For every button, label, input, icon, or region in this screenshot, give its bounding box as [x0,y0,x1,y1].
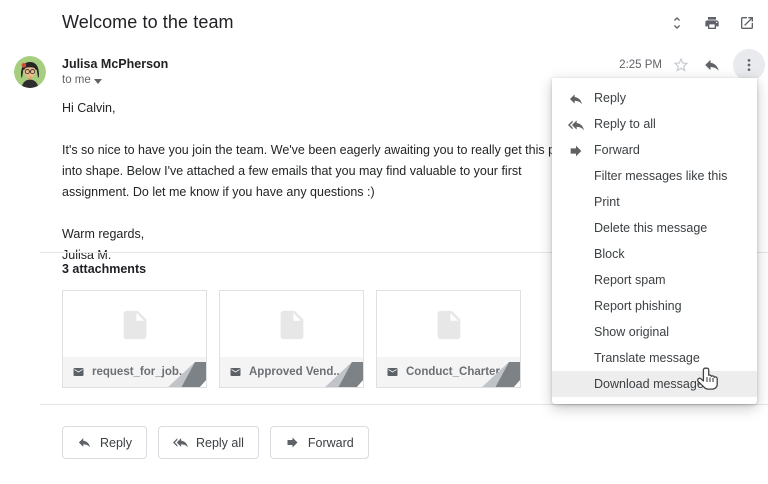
menu-item[interactable]: Translate message [552,345,757,371]
avatar [14,56,46,88]
menu-item[interactable]: Block [552,241,757,267]
document-icon [220,291,363,359]
gmail-message-view: Welcome to the team Julisa McPherson [0,0,768,484]
recipient-label: to me [62,74,91,86]
email-timestamp: 2:25 PM [612,59,662,71]
reply-all-button[interactable]: Reply all [158,426,259,459]
menu-item[interactable]: Reply [552,85,757,111]
more-options-button[interactable] [733,49,765,81]
menu-item-label: Report phishing [594,299,682,313]
folded-corner-icon [324,362,364,388]
menu-item-label: Delete this message [594,221,707,235]
forward-icon [568,142,584,158]
menu-item[interactable]: Show original [552,319,757,345]
envelope-icon [385,366,400,378]
forward-button[interactable]: Forward [270,426,369,459]
menu-item[interactable]: Filter messages like this [552,163,757,189]
menu-item-label: Print [594,195,620,209]
sender-name: Julisa McPherson [62,57,168,71]
closing: Warm regards, [62,224,582,245]
reply-button[interactable]: Reply [62,426,147,459]
menu-item[interactable]: Report phishing [552,293,757,319]
attachment-card[interactable]: request_for_job.. [62,290,207,388]
attachments-heading: 3 attachments [62,262,146,276]
message-options-menu: Reply Reply to all Forward Filter messag… [552,78,757,404]
bottom-actions: Reply Reply all Forward [62,426,369,459]
menu-item[interactable]: Reply to all [552,111,757,137]
folded-corner-icon [481,362,521,388]
signature-block: Warm regards, Julisa M. [62,224,582,266]
forward-icon [285,435,300,450]
email-subject: Welcome to the team [62,12,234,33]
body-paragraph: It's so nice to have you join the team. … [62,140,582,203]
menu-item-label: Download message [594,377,704,391]
reply-icon [77,435,92,450]
chevron-down-icon [94,79,102,84]
menu-item-label: Translate message [594,351,700,365]
email-body: Hi Calvin, It's so nice to have you join… [62,98,582,266]
attachment-card[interactable]: Approved Vend... [219,290,364,388]
menu-item[interactable]: Print [552,189,757,215]
forward-button-label: Forward [308,436,354,450]
menu-item-label: Reply to all [594,117,656,131]
reply-all-icon [568,116,584,132]
reply-button-label: Reply [100,436,132,450]
reply-icon [568,90,584,106]
menu-item[interactable]: Report spam [552,267,757,293]
folded-corner-icon [167,362,207,388]
menu-item-label: Filter messages like this [594,169,727,183]
menu-item-label: Show original [594,325,669,339]
document-icon [63,291,206,359]
reply-all-icon [173,435,188,450]
greeting: Hi Calvin, [62,98,582,119]
menu-item[interactable]: Forward [552,137,757,163]
open-in-new-icon[interactable] [738,14,756,32]
reply-icon[interactable] [703,56,721,74]
footer-divider [40,404,768,405]
envelope-icon [71,366,86,378]
print-icon[interactable] [703,14,721,32]
menu-item[interactable]: Delete this message [552,215,757,241]
menu-item-label: Reply [594,91,626,105]
attachments-row: request_for_job.. Approved Vend... [62,290,521,388]
recipient-dropdown[interactable]: to me [62,74,102,86]
menu-item-label: Block [594,247,625,261]
menu-item[interactable]: Download message [552,371,757,397]
star-icon[interactable] [672,56,690,74]
envelope-icon [228,366,243,378]
top-toolbar [668,14,756,32]
menu-item-label: Forward [594,143,640,157]
attachment-card[interactable]: Conduct_Charter [376,290,521,388]
menu-item-label: Report spam [594,273,666,287]
expand-all-icon[interactable] [668,14,686,32]
reply-all-button-label: Reply all [196,436,244,450]
document-icon [377,291,520,359]
